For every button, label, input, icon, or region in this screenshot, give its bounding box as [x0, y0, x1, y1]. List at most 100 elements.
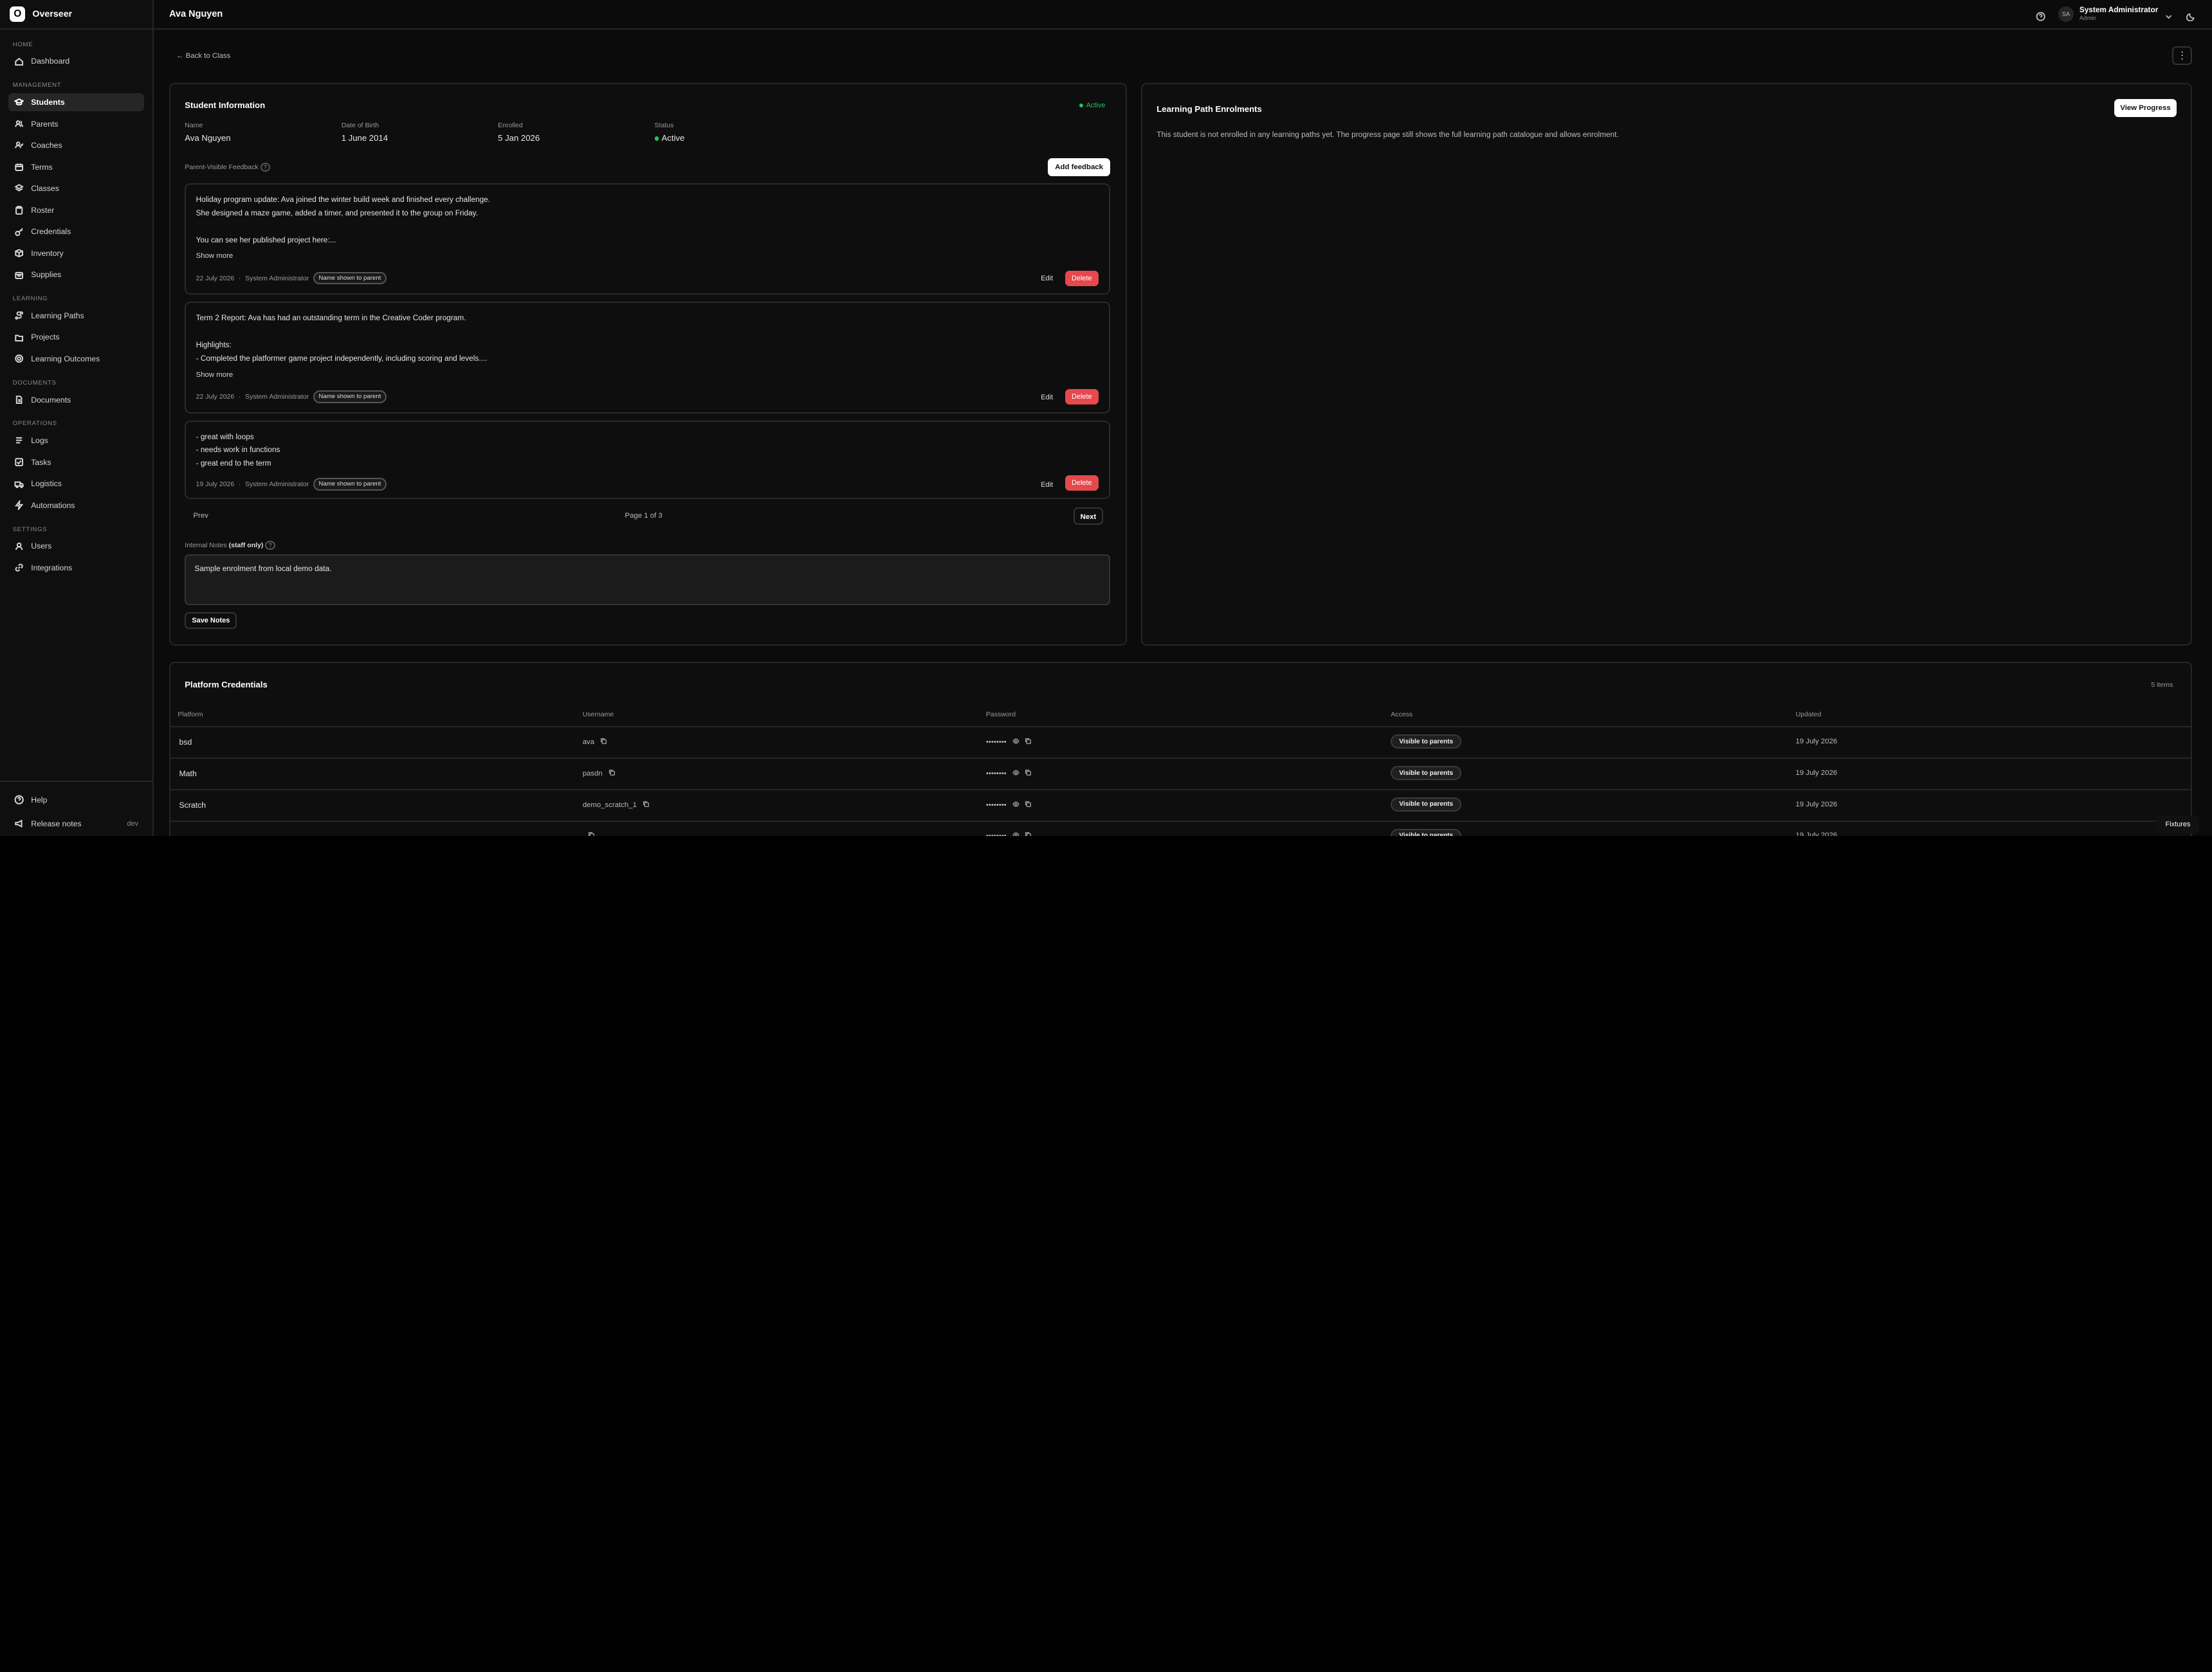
sidebar-item-students[interactable]: Students: [8, 93, 144, 112]
sidebar-item-supplies[interactable]: Supplies: [8, 266, 144, 284]
info-icon: ?: [260, 163, 271, 172]
sidebar-item-logistics[interactable]: Logistics: [8, 475, 144, 493]
copy-icon[interactable]: [1025, 769, 1032, 778]
table-row: Math pasdn •••••••• Visible to parents 1…: [170, 758, 2192, 788]
sidebar-section-label: OPERATIONS: [12, 420, 57, 428]
megaphone-icon: [14, 819, 24, 828]
copy-icon[interactable]: [1025, 738, 1032, 747]
app-name: Overseer: [32, 9, 73, 20]
info-icon: ?: [265, 541, 275, 550]
sidebar-item-users[interactable]: Users: [8, 537, 144, 556]
graduation-cap-icon: [14, 97, 24, 107]
help-icon[interactable]: [2036, 1, 2045, 27]
feedback-item: Term 2 Report: Ava has had an outstandin…: [185, 302, 1110, 413]
eye-icon[interactable]: [1012, 831, 1019, 837]
more-options-button[interactable]: ⋮: [2172, 46, 2192, 65]
sidebar-item-label: Credentials: [31, 227, 71, 237]
col-username: Username: [582, 711, 614, 719]
log-icon: [14, 435, 24, 445]
sidebar-item-inventory[interactable]: Inventory: [8, 244, 144, 262]
calendar-icon: [14, 162, 24, 172]
field-date-of-birth: Date of Birth 1 June 2014: [342, 122, 498, 143]
release-notes-link[interactable]: Release notes dev: [8, 815, 144, 833]
back-to-class-link[interactable]: ← Back to Class: [176, 52, 230, 60]
show-more-button[interactable]: Show more: [196, 252, 233, 260]
moon-icon[interactable]: [2186, 1, 2196, 27]
sidebar-item-integrations[interactable]: Integrations: [8, 559, 144, 577]
sidebar-section-label: LEARNING: [12, 295, 48, 303]
feedback-date: 22 July 2026: [196, 274, 235, 282]
kebab-icon: ⋮: [2177, 50, 2188, 62]
sidebar-item-tasks[interactable]: Tasks: [8, 453, 144, 471]
sidebar-section-label: HOME: [12, 41, 33, 48]
sidebar: O Overseer HOME Dashboard MANAGEMENT Studen…: [0, 0, 154, 837]
eye-icon[interactable]: [1012, 801, 1019, 810]
file-icon: [14, 395, 24, 404]
save-notes-button[interactable]: Save Notes: [185, 612, 237, 630]
user-menu[interactable]: SA System Administrator Admin: [2058, 1, 2173, 27]
table-row: Scratch demo_scratch_1 •••••••• Visible …: [170, 789, 2192, 820]
edit-button[interactable]: Edit: [1041, 394, 1053, 401]
visible-to-parents-badge: Visible to parents: [1391, 766, 1462, 780]
eye-icon[interactable]: [1012, 738, 1019, 747]
delete-button[interactable]: Delete: [1065, 389, 1099, 405]
sidebar-item-learning-outcomes[interactable]: Learning Outcomes: [8, 350, 144, 368]
box-icon: [14, 248, 24, 258]
visible-to-parents-badge: Visible to parents: [1391, 829, 1462, 837]
page-indicator: Page 1 of 3: [625, 512, 663, 520]
next-button[interactable]: Next: [1073, 507, 1104, 525]
sidebar-item-classes[interactable]: Classes: [8, 179, 144, 198]
sidebar-item-label: Students: [31, 98, 65, 107]
sidebar-item-label: Learning Paths: [31, 311, 84, 320]
sidebar-item-coaches[interactable]: Coaches: [8, 136, 144, 155]
edit-button[interactable]: Edit: [1041, 481, 1053, 489]
page-title: Ava Nguyen: [169, 9, 223, 20]
user-icon: [14, 541, 24, 551]
delete-button[interactable]: Delete: [1065, 270, 1099, 286]
feedback-meta: 22 July 2026 · System Administrator Name …: [196, 390, 387, 403]
help-link[interactable]: Help: [8, 791, 144, 810]
field-name: Name Ava Nguyen: [185, 122, 341, 143]
sidebar-item-terms[interactable]: Terms: [8, 158, 144, 176]
sidebar-item-parents[interactable]: Parents: [8, 114, 144, 133]
status-badge: Active: [1079, 102, 1105, 109]
updated-cell: 19 July 2026: [1795, 831, 1838, 837]
sidebar-item-documents[interactable]: Documents: [8, 390, 144, 409]
field-value: 1 June 2014: [341, 133, 388, 143]
view-progress-button[interactable]: View Progress: [2114, 98, 2177, 117]
sidebar-item-projects[interactable]: Projects: [8, 328, 144, 347]
copy-icon[interactable]: [1025, 831, 1032, 837]
add-feedback-button[interactable]: Add feedback: [1048, 158, 1110, 177]
app-root: O Overseer HOME Dashboard MANAGEMENT Studen…: [0, 0, 2212, 837]
eye-icon[interactable]: [1012, 769, 1019, 778]
sidebar-item-label: Documents: [31, 395, 71, 404]
username-cell: ava: [583, 738, 607, 747]
internal-notes-textarea[interactable]: Sample enrolment from local demo data.: [185, 554, 1110, 605]
sidebar-item-logs[interactable]: Logs: [8, 432, 144, 450]
prev-button[interactable]: Prev: [193, 512, 208, 520]
copy-icon[interactable]: [608, 769, 616, 778]
sidebar-item-dashboard[interactable]: Dashboard: [8, 52, 144, 71]
platform-cell: Math: [179, 768, 197, 778]
link-icon: [14, 563, 24, 572]
target-icon: [14, 354, 24, 363]
edit-button[interactable]: Edit: [1041, 275, 1053, 282]
sidebar-item-label: Logistics: [31, 479, 62, 489]
internal-notes-label: Internal Notes (staff only) ?: [185, 541, 275, 550]
brand[interactable]: O Overseer: [0, 0, 153, 30]
copy-icon[interactable]: [1025, 801, 1032, 810]
copy-icon[interactable]: [643, 801, 650, 810]
delete-button[interactable]: Delete: [1065, 475, 1099, 491]
sidebar-item-automations[interactable]: Automations: [8, 496, 144, 515]
password-cell: ••••••••: [986, 769, 1032, 778]
sidebar-item-learning-paths[interactable]: Learning Paths: [8, 307, 144, 325]
copy-icon[interactable]: [600, 738, 607, 747]
sidebar-item-label: Inventory: [31, 248, 64, 258]
copy-icon[interactable]: [588, 831, 595, 837]
avatar: SA: [2058, 6, 2074, 23]
fixtures-button[interactable]: Fixtures: [2157, 815, 2199, 834]
sidebar-item-credentials[interactable]: Credentials: [8, 223, 144, 241]
sidebar-item-roster[interactable]: Roster: [8, 201, 144, 219]
sidebar-item-label: Users: [31, 541, 52, 551]
show-more-button[interactable]: Show more: [196, 371, 233, 379]
